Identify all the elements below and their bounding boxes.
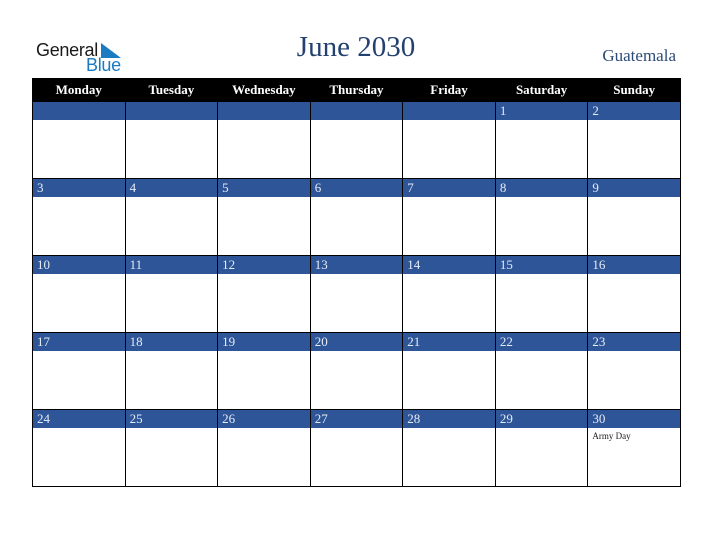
day-cell[interactable]: 10 [32, 255, 126, 333]
weekday-header: Friday [402, 78, 496, 102]
day-number: 25 [125, 410, 218, 428]
day-cell[interactable]: 16 [587, 255, 681, 333]
day-cell[interactable]: 11 [124, 255, 219, 333]
day-cell[interactable]: 23 [587, 332, 681, 410]
day-cell[interactable]: 30 Army Day [587, 409, 681, 487]
day-number: 18 [125, 333, 218, 351]
day-cell[interactable] [309, 101, 404, 179]
day-number: 10 [33, 256, 125, 274]
day-cell[interactable]: 1 [494, 101, 589, 179]
day-number [125, 102, 218, 120]
day-cell[interactable]: 29 [494, 409, 589, 487]
day-number [218, 102, 310, 120]
day-cell[interactable]: 21 [402, 332, 496, 410]
day-cell[interactable]: 19 [217, 332, 311, 410]
day-cell[interactable] [402, 101, 496, 179]
day-number: 2 [588, 102, 680, 120]
week-row: 12 [32, 101, 681, 179]
day-cell[interactable]: 20 [309, 332, 404, 410]
day-cell[interactable]: 5 [217, 178, 311, 256]
day-number: 3 [33, 179, 125, 197]
day-number: 23 [588, 333, 680, 351]
weekday-header: Thursday [309, 78, 404, 102]
day-cell[interactable]: 24 [32, 409, 126, 487]
day-number: 27 [310, 410, 403, 428]
day-cell[interactable]: 26 [217, 409, 311, 487]
day-number: 7 [403, 179, 495, 197]
day-cell[interactable]: 6 [309, 178, 404, 256]
weekday-header: Sunday [587, 78, 681, 102]
week-row: 10 11 12 13 14 15 16 [32, 255, 681, 333]
day-number: 29 [495, 410, 588, 428]
weekday-header-row: Monday Tuesday Wednesday Thursday Friday… [32, 78, 681, 102]
country-label: Guatemala [602, 46, 676, 65]
day-number: 1 [495, 102, 588, 120]
day-cell[interactable]: 9 [587, 178, 681, 256]
day-cell[interactable]: 28 [402, 409, 496, 487]
day-number: 9 [588, 179, 680, 197]
day-cell[interactable]: 15 [494, 255, 589, 333]
day-number: 5 [218, 179, 310, 197]
day-number: 21 [403, 333, 495, 351]
day-cell[interactable]: 3 [32, 178, 126, 256]
day-number: 30 [588, 410, 680, 428]
day-number [310, 102, 403, 120]
day-cell[interactable]: 2 [587, 101, 681, 179]
weekday-header: Wednesday [217, 78, 311, 102]
day-cell[interactable]: 22 [494, 332, 589, 410]
day-number: 16 [588, 256, 680, 274]
weekday-header: Saturday [494, 78, 589, 102]
day-number: 22 [495, 333, 588, 351]
day-number [33, 102, 125, 120]
day-cell[interactable]: 13 [309, 255, 404, 333]
week-row: 17 18 19 20 21 22 23 [32, 332, 681, 410]
day-number [403, 102, 495, 120]
day-number: 8 [495, 179, 588, 197]
calendar-grid: Monday Tuesday Wednesday Thursday Friday… [32, 78, 681, 487]
day-cell[interactable] [124, 101, 219, 179]
day-number: 19 [218, 333, 310, 351]
day-number: 12 [218, 256, 310, 274]
day-number: 24 [33, 410, 125, 428]
day-cell[interactable]: 4 [124, 178, 219, 256]
weekday-header: Tuesday [124, 78, 219, 102]
day-number: 6 [310, 179, 403, 197]
day-cell[interactable] [217, 101, 311, 179]
day-number: 14 [403, 256, 495, 274]
day-cell[interactable]: 12 [217, 255, 311, 333]
day-cell[interactable]: 18 [124, 332, 219, 410]
week-row: 24 25 26 27 28 29 30 Army Day [32, 409, 681, 487]
day-number: 15 [495, 256, 588, 274]
day-cell[interactable]: 8 [494, 178, 589, 256]
day-cell[interactable]: 25 [124, 409, 219, 487]
day-number: 11 [125, 256, 218, 274]
week-row: 3456789 [32, 178, 681, 256]
day-number: 17 [33, 333, 125, 351]
day-cell[interactable]: 17 [32, 332, 126, 410]
day-number: 20 [310, 333, 403, 351]
holiday-label: Army Day [592, 431, 631, 441]
day-cell[interactable] [32, 101, 126, 179]
day-number: 28 [403, 410, 495, 428]
day-cell[interactable]: 27 [309, 409, 404, 487]
day-number: 13 [310, 256, 403, 274]
day-cell[interactable]: 14 [402, 255, 496, 333]
day-number: 4 [125, 179, 218, 197]
weekday-header: Monday [32, 78, 126, 102]
day-number: 26 [218, 410, 310, 428]
day-cell[interactable]: 7 [402, 178, 496, 256]
